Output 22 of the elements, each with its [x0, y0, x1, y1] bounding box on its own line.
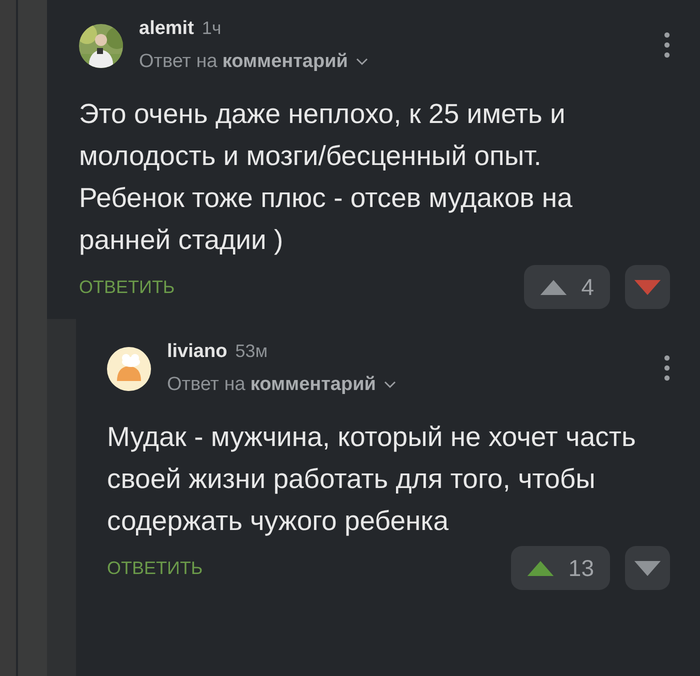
comment-text: Это очень даже неплохо, к 25 иметь и молодость и мозги/бесценный опыт. Ребенок тоже плюс - отсев мудаков на ранней стадии ): [79, 97, 574, 257]
comment-time: 1ч: [202, 18, 222, 39]
reply-button[interactable]: ОТВЕТИТЬ: [79, 276, 175, 298]
reply-target-link[interactable]: комментарий: [222, 51, 348, 73]
author-name[interactable]: liviano: [167, 341, 228, 363]
more-options-icon[interactable]: [664, 32, 670, 58]
chevron-down-icon[interactable]: [384, 381, 396, 389]
reply-button[interactable]: ОТВЕТИТЬ: [107, 558, 203, 578]
reply-prefix: Ответ на: [167, 374, 246, 396]
comment-time: 53м: [235, 341, 268, 362]
comment-text: Мудак - мужчина, который не хочет часть своей жизни работать для того, чтобы содержать чужого ребенка: [107, 420, 637, 538]
downvote-button[interactable]: [625, 546, 670, 590]
author-name[interactable]: alemit: [139, 18, 194, 40]
downvote-button[interactable]: [625, 265, 670, 309]
more-options-icon[interactable]: [664, 355, 670, 381]
chevron-down-icon[interactable]: [356, 58, 368, 66]
rating-count: 13: [568, 554, 594, 582]
rating-count: 4: [581, 274, 594, 300]
reply-prefix: Ответ на: [139, 51, 218, 73]
upvote-button[interactable]: 13: [511, 546, 610, 590]
upvote-button[interactable]: 4: [524, 265, 610, 309]
reply-target-link[interactable]: комментарий: [250, 374, 376, 396]
